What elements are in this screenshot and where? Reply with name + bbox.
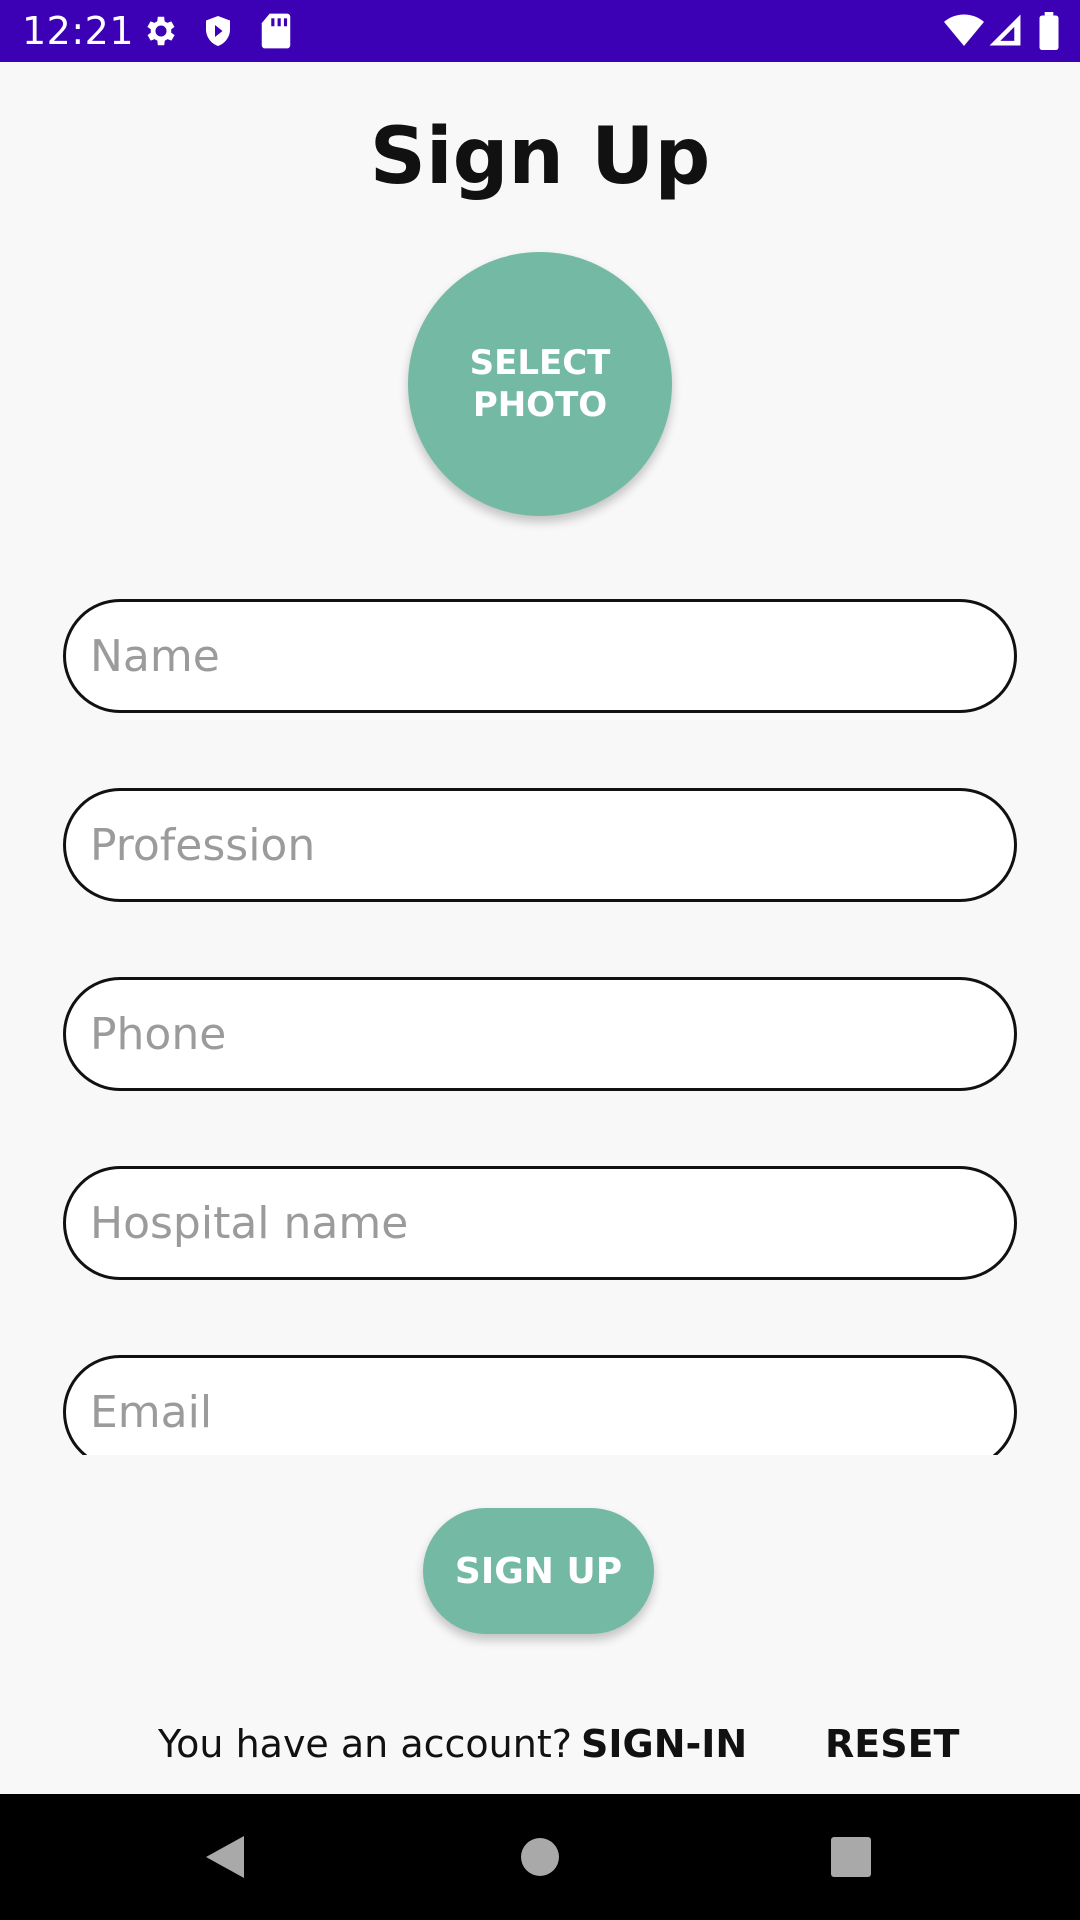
home-icon[interactable] (521, 1838, 559, 1880)
name-field[interactable] (63, 599, 1017, 713)
battery-icon (1038, 12, 1060, 54)
sd-card-icon (260, 12, 292, 54)
name-input[interactable] (90, 602, 990, 710)
back-icon[interactable] (204, 1834, 246, 1884)
cell-signal-icon (988, 12, 1022, 52)
page-title: Sign Up (369, 112, 711, 202)
status-bar: 12:21 (0, 0, 1080, 62)
gear-icon (142, 12, 180, 54)
hospital-name-input[interactable] (90, 1169, 990, 1277)
hospital-name-field[interactable] (63, 1166, 1017, 1280)
phone-input[interactable] (90, 980, 990, 1088)
account-prompt: You have an account? (158, 1722, 572, 1766)
recents-icon[interactable] (831, 1837, 871, 1881)
profession-input[interactable] (90, 791, 990, 899)
email-field[interactable] (63, 1355, 1017, 1455)
phone-field[interactable] (63, 977, 1017, 1091)
reset-link[interactable]: RESET (825, 1722, 959, 1766)
wifi-icon (944, 14, 984, 52)
navigation-bar (0, 1794, 1080, 1920)
sign-in-link[interactable]: SIGN-IN (581, 1722, 747, 1766)
sign-up-screen: 12:21 Sign Up SELECT PHOTO Name Professi… (0, 0, 1080, 1920)
sign-up-button[interactable]: SIGN UP (423, 1508, 654, 1634)
status-time: 12:21 (22, 9, 135, 53)
select-photo-button[interactable]: SELECT PHOTO (408, 252, 672, 516)
shield-icon (200, 12, 236, 54)
select-photo-label: SELECT PHOTO (469, 343, 611, 425)
scroll-clip (0, 1350, 1080, 1455)
profession-field[interactable] (63, 788, 1017, 902)
email-input[interactable] (90, 1358, 990, 1455)
